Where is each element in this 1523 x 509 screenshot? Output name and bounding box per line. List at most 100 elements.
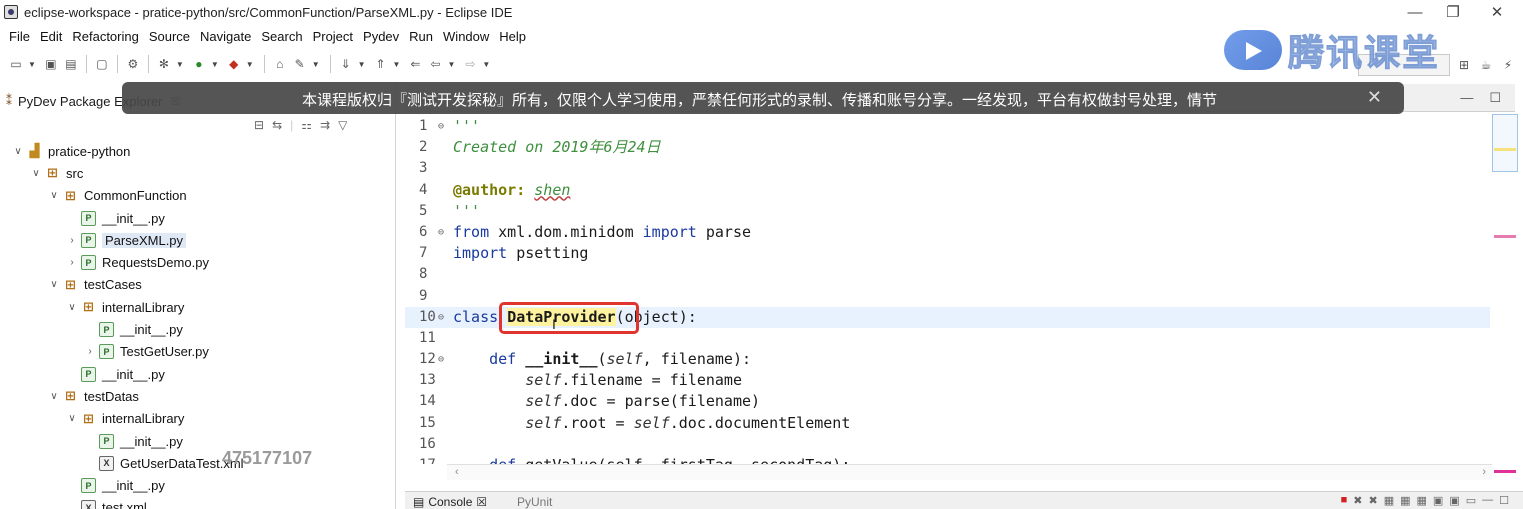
minimize-console-icon[interactable]: — [1482, 494, 1493, 507]
code-line[interactable]: 8 [405, 264, 1490, 285]
code-line[interactable]: 5 ''' [405, 201, 1490, 222]
pin-console-icon[interactable]: ▣ [1433, 494, 1443, 507]
minimize-view-icon[interactable]: — [1460, 90, 1473, 106]
tree-item[interactable]: › P ParseXML.py [0, 229, 396, 251]
tree-item[interactable]: P __init__.py [0, 474, 396, 496]
console-tab[interactable]: ▤ Console ☒ [413, 495, 487, 509]
fold-toggle-icon[interactable]: ⊖ [438, 349, 444, 370]
ruler-occurrence-marker[interactable] [1494, 148, 1516, 151]
tree-item[interactable]: › P RequestsDemo.py [0, 251, 396, 273]
menu-window[interactable]: Window [438, 29, 494, 44]
code-line[interactable]: 4 @author: shen [405, 180, 1490, 201]
code-line[interactable]: 1 ⊖ ''' [405, 116, 1490, 137]
code-line[interactable]: 7 import psetting [405, 243, 1490, 264]
sync-icon[interactable]: ⇉ [320, 118, 330, 132]
remove-launch-icon[interactable]: ✖ [1353, 494, 1362, 507]
run-dropdown-icon[interactable]: ▼ [211, 60, 219, 69]
tree-item[interactable]: P __init__.py [0, 318, 396, 340]
tree-item[interactable]: ∨ ▟ pratice-python [0, 140, 396, 162]
word-wrap-icon[interactable]: ▦ [1400, 494, 1410, 507]
fold-toggle-icon[interactable]: ⊖ [438, 116, 444, 137]
code-line[interactable]: 13 self.filename = filename [405, 370, 1490, 391]
code-text-area[interactable]: 1 ⊖ ''' 2 Created on 2019年6月24日 3 4 @author: sh… [405, 116, 1490, 464]
minimize-button[interactable]: — [1396, 0, 1434, 24]
code-line[interactable]: 3 [405, 158, 1490, 179]
maximize-console-icon[interactable]: ☐ [1499, 494, 1509, 507]
menu-help[interactable]: Help [494, 29, 531, 44]
next-annotation-dropdown-icon[interactable]: ▼ [358, 60, 366, 69]
tree-item[interactable]: P __init__.py [0, 363, 396, 385]
search-dropdown-icon[interactable]: ▼ [312, 60, 320, 69]
code-line[interactable]: 15 self.root = self.doc.documentElement [405, 413, 1490, 434]
expand-chevron-icon[interactable]: ∨ [66, 413, 78, 424]
horizontal-scrollbar[interactable]: ‹ › [447, 464, 1492, 480]
code-line[interactable]: 2 Created on 2019年6月24日 [405, 137, 1490, 158]
overview-ruler[interactable] [1492, 114, 1518, 474]
menu-edit[interactable]: Edit [35, 29, 67, 44]
view-menu-icon[interactable]: ▽ [338, 118, 347, 132]
forward-dropdown-icon[interactable]: ▼ [482, 60, 490, 69]
menu-search[interactable]: Search [256, 29, 307, 44]
ruler-error-marker[interactable] [1494, 470, 1516, 473]
ruler-warning-marker[interactable] [1494, 235, 1516, 238]
show-on-output-icon[interactable]: ▦ [1417, 494, 1427, 507]
tree-item[interactable]: ∨ ⊞ CommonFunction [0, 185, 396, 207]
tree-item[interactable]: P __init__.py [0, 430, 396, 452]
console-tab-close-icon[interactable]: ☒ [476, 495, 487, 509]
console-view-icon[interactable]: ▢ [94, 56, 110, 72]
new-console-icon[interactable]: ▭ [1466, 494, 1476, 507]
ruler-viewport[interactable] [1492, 114, 1518, 172]
new-icon[interactable]: ▭ [8, 56, 24, 72]
tree-item[interactable]: ∨ ⊞ src [0, 162, 396, 184]
expand-chevron-icon[interactable]: ∨ [66, 302, 78, 313]
tree-item[interactable]: X GetUserDataTest.xml [0, 452, 396, 474]
save-icon[interactable]: ▣ [43, 56, 59, 72]
collapse-all-icon[interactable]: ⊟ [254, 118, 264, 132]
code-line[interactable]: 17 def getValue(self, firstTag, secondTa… [405, 455, 1490, 464]
tree-item[interactable]: ∨ ⊞ testDatas [0, 385, 396, 407]
notice-close-icon[interactable]: ✕ [1367, 87, 1382, 108]
terminate-icon[interactable]: ■ [1341, 494, 1348, 507]
collapse-chevron-icon[interactable]: › [66, 235, 78, 246]
save-all-icon[interactable]: ▤ [63, 56, 79, 72]
code-line[interactable]: 16 [405, 434, 1490, 455]
remove-all-icon[interactable]: ✖ [1368, 494, 1377, 507]
menu-pydev[interactable]: Pydev [358, 29, 404, 44]
tree-item[interactable]: P __init__.py [0, 207, 396, 229]
prev-annotation-icon[interactable]: ⇑ [373, 56, 389, 72]
external-tools-icon[interactable]: ◆ [226, 56, 242, 72]
back-dropdown-icon[interactable]: ▼ [447, 60, 455, 69]
open-perspective-icon[interactable]: ⚙ [125, 56, 141, 72]
link-with-editor-icon[interactable]: ⇆ [272, 118, 282, 132]
fold-toggle-icon[interactable]: ⊖ [438, 222, 444, 243]
tree-item[interactable]: › P TestGetUser.py [0, 341, 396, 363]
filter-icon[interactable]: ⚏ [301, 118, 312, 132]
new-dropdown-icon[interactable]: ▼ [28, 60, 36, 69]
tree-item[interactable]: ∨ ⊞ testCases [0, 274, 396, 296]
scroll-right-icon[interactable]: › [1482, 466, 1486, 478]
menu-source[interactable]: Source [144, 29, 195, 44]
menu-run[interactable]: Run [404, 29, 438, 44]
collapse-chevron-icon[interactable]: › [84, 346, 96, 357]
forward-icon[interactable]: ⇨ [462, 56, 478, 72]
code-line[interactable]: 12 ⊖ def __init__(self, filename): [405, 349, 1490, 370]
expand-chevron-icon[interactable]: ∨ [48, 279, 60, 290]
expand-chevron-icon[interactable]: ∨ [48, 391, 60, 402]
tree-item[interactable]: Xtest.xml [0, 497, 396, 509]
debug-icon[interactable]: ✻ [156, 56, 172, 72]
external-tools-dropdown-icon[interactable]: ▼ [246, 60, 254, 69]
back-icon[interactable]: ⇦ [427, 56, 443, 72]
open-type-icon[interactable]: ⌂ [272, 56, 288, 72]
scroll-lock-icon[interactable]: ▦ [1384, 494, 1394, 507]
debug-dropdown-icon[interactable]: ▼ [176, 60, 184, 69]
display-console-icon[interactable]: ▣ [1449, 494, 1459, 507]
next-annotation-icon[interactable]: ⇓ [338, 56, 354, 72]
scroll-left-icon[interactable]: ‹ [455, 466, 459, 478]
menu-navigate[interactable]: Navigate [195, 29, 256, 44]
code-line[interactable]: 6 ⊖ from xml.dom.minidom import parse [405, 222, 1490, 243]
menu-project[interactable]: Project [308, 29, 358, 44]
search-tool-icon[interactable]: ✎ [292, 56, 308, 72]
run-icon[interactable]: ● [191, 56, 207, 72]
tree-item[interactable]: ∨ ⊞ internalLibrary [0, 408, 396, 430]
expand-chevron-icon[interactable]: ∨ [30, 168, 42, 179]
